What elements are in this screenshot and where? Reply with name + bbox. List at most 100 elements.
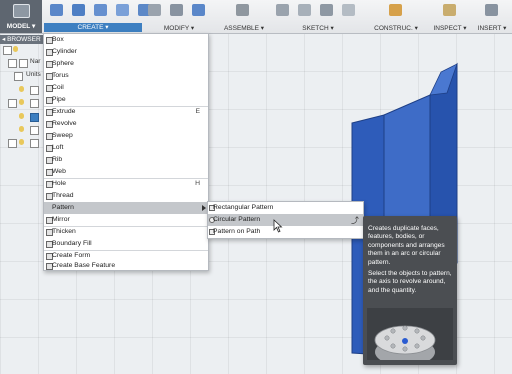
menu-item-label: Loft — [52, 144, 64, 151]
menu-item-revolve[interactable]: Revolve — [44, 118, 208, 130]
visibility-icon[interactable] — [19, 99, 24, 105]
document-settings-icon — [14, 72, 23, 81]
inspect-group[interactable]: INSPECT ▾ — [428, 0, 472, 33]
menu-item-sweep[interactable]: Sweep — [44, 130, 208, 142]
sketch-group[interactable]: SKETCH ▾ — [272, 0, 364, 33]
menu-item-label: Create Base Feature — [52, 262, 116, 269]
menu-item-label: Pattern — [52, 204, 74, 211]
joint-icon[interactable] — [236, 4, 249, 16]
assemble-menu-button[interactable]: ASSEMBLE ▾ — [216, 24, 272, 32]
pattern-submenu: Rectangular Pattern Circular Pattern ⤴ P… — [207, 201, 364, 239]
menu-item-thicken[interactable]: Thicken — [44, 226, 208, 238]
browser-row[interactable] — [0, 111, 44, 122]
modify-menu-button[interactable]: MODIFY ▾ — [142, 24, 216, 32]
shortcut-label: H — [195, 180, 200, 187]
menu-item-pipe[interactable]: Pipe — [44, 94, 208, 106]
hole-icon[interactable] — [116, 4, 129, 16]
menu-item-cylinder[interactable]: Cylinder — [44, 46, 208, 58]
insert-image-icon[interactable] — [485, 4, 498, 16]
revolve-icon[interactable] — [94, 4, 107, 16]
browser-header[interactable]: ◂ BROWSER — [0, 35, 44, 44]
menu-item-label: Extrude — [52, 108, 76, 115]
visibility-icon[interactable] — [19, 139, 24, 145]
shell-icon[interactable] — [192, 4, 205, 16]
menu-item-boundary-fill[interactable]: Boundary Fill — [44, 238, 208, 250]
menu-item-create-form[interactable]: Create Form — [44, 250, 208, 262]
expand-icon[interactable] — [8, 59, 17, 68]
menu-item-pattern-on-path[interactable]: Pattern on Path — [208, 226, 363, 238]
menu-item-rib[interactable]: Rib — [44, 154, 208, 166]
expand-icon[interactable] — [8, 99, 17, 108]
menu-item-label: Create Form — [52, 252, 91, 259]
menu-item-label: Rectangular Pattern — [213, 204, 274, 211]
sketch-menu-button[interactable]: SKETCH ▾ — [272, 24, 364, 32]
visibility-icon[interactable] — [13, 46, 18, 52]
visibility-icon[interactable] — [19, 113, 24, 119]
construct-group[interactable]: CONSTRUC. ▾ — [364, 0, 428, 33]
modify-group[interactable]: MODIFY ▾ — [142, 0, 216, 33]
menu-item-label: Box — [52, 36, 64, 43]
menu-item-label: Pattern on Path — [213, 228, 261, 235]
browser-row[interactable] — [0, 97, 44, 108]
insert-menu-button[interactable]: INSERT ▾ — [472, 24, 512, 32]
measure-icon[interactable] — [443, 4, 456, 16]
menu-item-loft[interactable]: Loft — [44, 142, 208, 154]
new-sketch-icon[interactable] — [50, 4, 63, 16]
menu-item-circular-pattern[interactable]: Circular Pattern ⤴ — [208, 214, 363, 226]
visibility-icon[interactable] — [19, 126, 24, 132]
create-menu-button[interactable]: CREATE ▾ — [44, 23, 142, 32]
menu-item-thread[interactable]: Thread — [44, 190, 208, 202]
menu-item-coil[interactable]: Coil — [44, 82, 208, 94]
menu-item-mirror[interactable]: Mirror — [44, 214, 208, 226]
menu-item-label: Thicken — [52, 228, 76, 235]
browser-item-label: Units — [26, 71, 41, 78]
offset-plane-icon[interactable] — [389, 4, 402, 16]
menu-item-sphere[interactable]: Sphere — [44, 58, 208, 70]
menu-item-hole[interactable]: Hole H — [44, 178, 208, 190]
expand-icon[interactable] — [8, 139, 17, 148]
menu-item-label: Coil — [52, 84, 64, 91]
insert-group[interactable]: INSERT ▾ — [472, 0, 512, 33]
expand-icon[interactable] — [3, 46, 12, 55]
menu-item-torus[interactable]: Torus — [44, 70, 208, 82]
browser-row[interactable]: Nar — [0, 57, 44, 68]
menu-item-extrude[interactable]: Extrude E — [44, 106, 208, 118]
main-toolbar: MODEL ▾ CREATE ▾ MODIFY ▾ ASSEMBLE ▾ SKE… — [0, 0, 512, 34]
model-workspace-icon — [13, 4, 30, 18]
workspace-switcher[interactable]: MODEL ▾ — [0, 0, 42, 33]
create-dropdown-menu: Box Cylinder Sphere Torus Coil Pipe Extr… — [43, 33, 209, 271]
menu-item-create-base-feature[interactable]: Create Base Feature — [44, 262, 208, 270]
assemble-group[interactable]: ASSEMBLE ▾ — [216, 0, 272, 33]
tooltip-instructions: Select the objects to pattern, the axis … — [368, 270, 452, 294]
browser-row[interactable]: Units — [0, 70, 44, 81]
browser-row[interactable] — [0, 84, 44, 95]
create-group[interactable]: CREATE ▾ — [44, 0, 151, 33]
menu-item-pattern[interactable]: Pattern — [44, 202, 208, 214]
shortcut-label: E — [195, 108, 200, 115]
construct-menu-button[interactable]: CONSTRUC. ▾ — [364, 24, 428, 32]
folder-icon — [30, 99, 39, 108]
menu-item-label: Sweep — [52, 132, 73, 139]
browser-row[interactable] — [0, 44, 44, 55]
menu-item-rectangular-pattern[interactable]: Rectangular Pattern — [208, 202, 363, 214]
inspect-menu-button[interactable]: INSPECT ▾ — [428, 24, 472, 32]
menu-item-web[interactable]: Web — [44, 166, 208, 178]
fillet-icon[interactable] — [170, 4, 183, 16]
menu-item-label: Pipe — [52, 96, 66, 103]
menu-item-label: Hole — [52, 180, 66, 187]
sketch-circle-icon[interactable] — [320, 4, 333, 16]
menu-item-label: Cylinder — [52, 48, 77, 55]
visibility-icon[interactable] — [19, 86, 24, 92]
sketch-arc-icon[interactable] — [298, 4, 311, 16]
sketch-line-icon[interactable] — [276, 4, 289, 16]
browser-item-label: Nar — [30, 58, 41, 65]
extrude-icon[interactable] — [72, 4, 85, 16]
browser-row[interactable] — [0, 137, 44, 148]
menu-item-label: Torus — [52, 72, 69, 79]
folder-icon — [19, 59, 28, 68]
folder-icon — [30, 126, 39, 135]
press-pull-icon[interactable] — [148, 4, 161, 16]
browser-row[interactable] — [0, 124, 44, 135]
sketch-dimension-icon[interactable] — [342, 4, 355, 16]
menu-item-box[interactable]: Box — [44, 34, 208, 46]
